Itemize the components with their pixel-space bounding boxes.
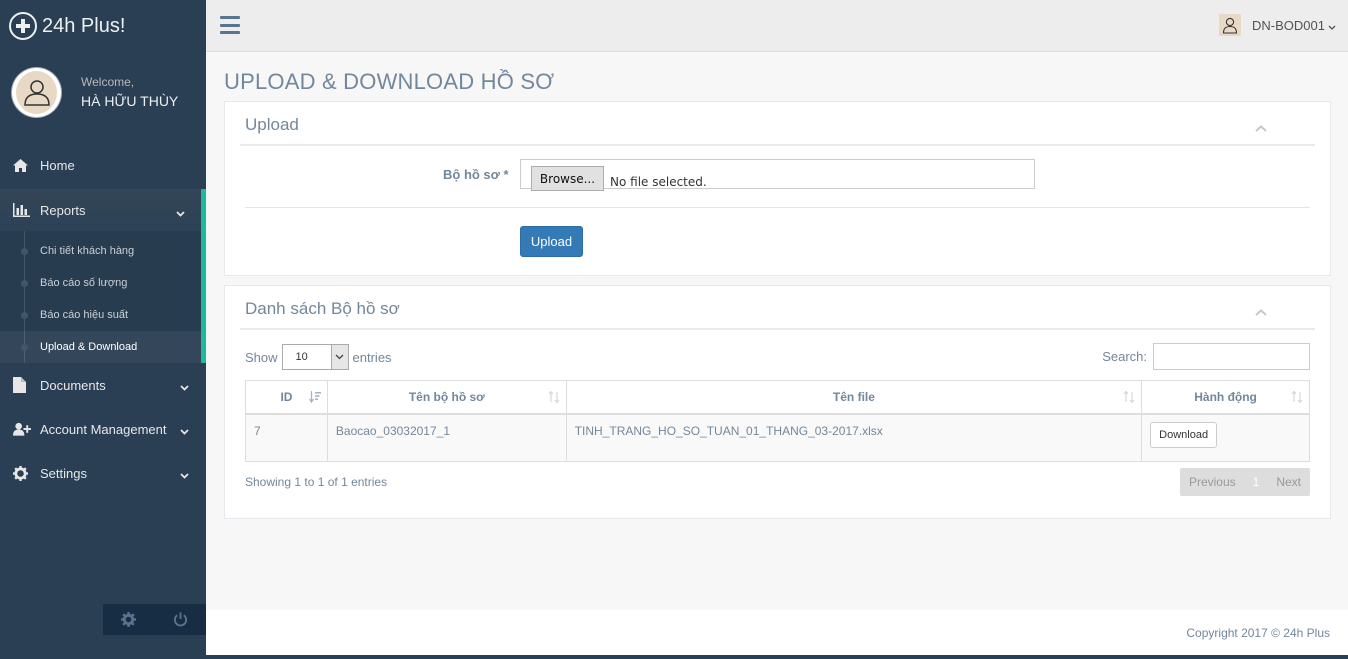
column-header-name[interactable]: Tên bộ hồ sơ [326, 380, 567, 415]
main-content: UPLOAD & DOWNLOAD HỒ SƠ Upload Bộ hồ sơ … [206, 52, 1348, 610]
chevron-down-icon [180, 467, 189, 482]
chevron-up-icon[interactable] [1255, 120, 1267, 135]
cell-action: Download [1141, 413, 1310, 462]
table-search: Search: [1102, 343, 1310, 370]
welcome-text: Welcome, [81, 75, 135, 89]
sort-icon [548, 390, 560, 406]
gear-icon [121, 612, 137, 627]
search-label: Search: [1102, 349, 1147, 364]
download-button[interactable]: Download [1150, 421, 1218, 448]
page-1-button[interactable]: 1 [1245, 475, 1268, 489]
cell-file: TINH_TRANG_HO_SO_TUAN_01_THANG_03-2017.x… [565, 413, 1143, 462]
table-row: 7 Baocao_03032017_1 TINH_TRANG_HO_SO_TUA… [245, 413, 1310, 462]
search-input[interactable] [1153, 343, 1310, 370]
sort-icon [1291, 390, 1303, 406]
entries-select[interactable]: 10 [281, 344, 349, 370]
profile-name: HÀ HỮU THÙY [81, 93, 179, 109]
next-button[interactable]: Next [1267, 475, 1310, 489]
settings-gear-button[interactable] [103, 604, 155, 635]
sidebar-subitem-quantity-report[interactable]: Báo cáo số lượng [0, 267, 201, 299]
logout-button[interactable] [155, 604, 207, 635]
sidebar-footer [103, 604, 206, 635]
previous-button[interactable]: Previous [1180, 475, 1245, 489]
show-label: Show [245, 349, 278, 365]
sidebar-subitem-upload-download[interactable]: Upload & Download [0, 331, 201, 363]
bottom-strip [206, 655, 1348, 659]
file-field-label: Bộ hồ sơ * [443, 167, 509, 182]
chevron-down-icon [330, 345, 348, 369]
sidebar-item-label: Home [40, 157, 75, 173]
bar-chart-icon [13, 203, 31, 217]
column-header-id[interactable]: ID [245, 380, 328, 415]
column-header-action[interactable]: Hành động [1141, 380, 1310, 415]
sort-desc-icon [308, 391, 321, 406]
upload-panel: Upload Bộ hồ sơ * Browse... No file sele… [224, 101, 1331, 276]
file-icon [13, 377, 31, 393]
chevron-down-icon [176, 205, 185, 220]
upload-button[interactable]: Upload [520, 226, 583, 257]
list-panel-title: Danh sách Bộ hồ sơ [245, 299, 400, 318]
page-length-control: Show 10 entries [245, 344, 392, 370]
file-status-text: No file selected. [610, 175, 707, 189]
entries-select-value: 10 [295, 351, 308, 363]
sidebar-subitem-performance-report[interactable]: Báo cáo hiệu suất [0, 299, 201, 331]
menu-toggle-icon[interactable] [220, 16, 240, 34]
chevron-up-icon[interactable] [1255, 304, 1267, 319]
brand-name: 24h Plus! [42, 14, 126, 37]
sidebar-item-home[interactable]: Home [0, 143, 206, 187]
file-input[interactable]: Browse... No file selected. [520, 159, 1035, 191]
sidebar-item-label: Reports [40, 202, 86, 218]
profile: Welcome, HÀ HỮU THÙY [0, 52, 206, 132]
gear-icon [13, 465, 31, 481]
list-panel-header: Danh sách Bộ hồ sơ [240, 286, 1315, 330]
table-header-row: ID Tên bộ hồ sơ Tên file Hành động [245, 380, 1310, 415]
form-divider [245, 207, 1310, 208]
home-icon [13, 158, 31, 172]
side-menu: Home Reports Chi tiết khách hàng Báo cáo… [0, 143, 206, 495]
chevron-down-icon [180, 423, 189, 438]
column-header-file[interactable]: Tên file [565, 380, 1143, 415]
sidebar-item-documents[interactable]: Documents [0, 363, 206, 407]
table-info: Showing 1 to 1 of 1 entries [245, 475, 388, 489]
sidebar-item-reports[interactable]: Reports [0, 189, 206, 231]
upload-panel-title: Upload [245, 115, 299, 134]
top-navbar: DN-BOD001 [206, 0, 1348, 52]
sidebar-subitem-customer-detail[interactable]: Chi tiết khách hàng [0, 235, 201, 267]
user-avatar-icon [1219, 14, 1242, 36]
sidebar-item-label: Account Management [40, 421, 167, 437]
sidebar-item-settings[interactable]: Settings [0, 451, 206, 495]
cell-name: Baocao_03032017_1 [326, 413, 567, 462]
plus-icon [9, 12, 37, 40]
sidebar-item-account-management[interactable]: Account Management [0, 407, 206, 451]
sidebar: 24h Plus! Welcome, HÀ HỮU THÙY Home Repo… [0, 0, 206, 659]
browse-button[interactable]: Browse... [531, 166, 604, 191]
user-menu-label: DN-BOD001 [1252, 17, 1325, 33]
user-menu[interactable]: DN-BOD001 [1219, 14, 1336, 36]
sidebar-item-label: Documents [40, 377, 106, 393]
avatar [11, 66, 62, 118]
chevron-down-icon [1328, 18, 1336, 33]
brand[interactable]: 24h Plus! [0, 0, 206, 52]
user-plus-icon [13, 422, 31, 436]
file-table: ID Tên bộ hồ sơ Tên file Hành động 7 Bao… [245, 380, 1310, 462]
upload-panel-header: Upload [240, 102, 1315, 146]
cell-id: 7 [245, 413, 328, 462]
copyright-text: Copyright 2017 © 24h Plus [1186, 626, 1330, 640]
footer: Copyright 2017 © 24h Plus [206, 610, 1348, 655]
file-list-panel: Danh sách Bộ hồ sơ Show 10 entries Searc… [224, 285, 1331, 519]
power-icon [173, 612, 187, 627]
user-avatar-icon [23, 80, 50, 106]
page-title: UPLOAD & DOWNLOAD HỒ SƠ [224, 69, 555, 94]
sort-icon [1123, 390, 1135, 406]
sidebar-item-label: Settings [40, 465, 87, 481]
entries-label: entries [352, 349, 392, 365]
chevron-down-icon [180, 379, 189, 394]
pagination: Previous 1 Next [1179, 468, 1310, 496]
reports-submenu: Chi tiết khách hàng Báo cáo số lượng Báo… [0, 231, 206, 363]
